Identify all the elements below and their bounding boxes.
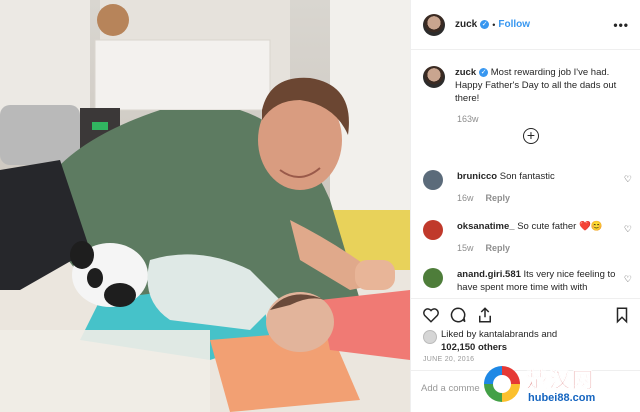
verified-badge-icon: ✓	[480, 20, 490, 29]
caption-username[interactable]: zuck	[455, 67, 476, 78]
comment-meta: 15w Reply	[457, 243, 510, 253]
post-header: zuck ✓ • Follow •••	[411, 0, 640, 50]
caption-avatar[interactable]	[423, 66, 445, 88]
comment-item: anand.giri.581 Its very nice feeling to …	[423, 268, 633, 294]
reply-button[interactable]: Reply	[486, 243, 511, 253]
post-side-panel: zuck ✓ • Follow ••• zuck ✓ Most rewarding…	[410, 0, 640, 412]
action-bar	[411, 298, 640, 332]
caption-time: 163w	[457, 114, 479, 124]
comment-username[interactable]: brunicco	[457, 171, 497, 182]
comment-body: So cute father ❤️😊	[517, 221, 603, 232]
post-caption: zuck ✓ Most rewarding job I've had. Happy…	[423, 66, 633, 105]
comment-like-heart-icon[interactable]: ♡	[624, 224, 632, 235]
comment-avatar[interactable]	[423, 170, 443, 190]
separator-dot: •	[492, 19, 496, 30]
comment-avatar[interactable]	[423, 220, 443, 240]
comment-item: oksanatime_ So cute father ❤️😊	[423, 220, 633, 240]
watermark-logo-icon	[484, 366, 520, 402]
more-options-icon[interactable]: •••	[613, 18, 629, 32]
likes-summary[interactable]: Liked by kantalabrands and 102,150 other…	[441, 328, 557, 354]
bookmark-icon[interactable]	[613, 306, 631, 324]
comment-time: 16w	[457, 193, 474, 203]
caption-text: zuck ✓ Most rewarding job I've had. Happy…	[455, 66, 630, 105]
comment-item: brunicco Son fantastic	[423, 170, 633, 190]
comment-text: brunicco Son fantastic	[457, 170, 622, 190]
load-more-icon[interactable]: +	[523, 128, 539, 144]
post-date: JUNE 20, 2016	[423, 356, 475, 363]
watermark-url: hubei88.com	[528, 392, 596, 404]
liker-avatar[interactable]	[423, 330, 437, 344]
reply-button[interactable]: Reply	[486, 193, 511, 203]
comment-username[interactable]: anand.giri.581	[457, 269, 521, 280]
comment-text: anand.giri.581 Its very nice feeling to …	[457, 268, 622, 294]
author-avatar[interactable]	[423, 13, 445, 36]
likes-line-1: Liked by kantalabrands and	[441, 329, 558, 340]
comment-meta: 16w Reply	[457, 193, 510, 203]
comment-like-heart-icon[interactable]: ♡	[624, 174, 632, 185]
post-photo[interactable]	[0, 0, 410, 412]
comment-text: oksanatime_ So cute father ❤️😊	[457, 220, 622, 240]
verified-badge-icon: ✓	[479, 67, 489, 77]
comment-username[interactable]: oksanatime_	[457, 221, 515, 232]
follow-button[interactable]: Follow	[498, 19, 530, 30]
heart-icon[interactable]	[422, 306, 440, 324]
site-watermark: 楚汉网 hubei88.com	[480, 362, 640, 412]
comment-like-heart-icon[interactable]: ♡	[624, 274, 632, 285]
watermark-text: 楚汉网	[526, 368, 595, 393]
photo-scene	[0, 0, 410, 412]
likes-line-2[interactable]: 102,150 others	[441, 341, 557, 354]
comment-avatar[interactable]	[423, 268, 443, 288]
comment-time: 15w	[457, 243, 474, 253]
comment-body: Son fantastic	[499, 171, 555, 182]
share-icon[interactable]	[476, 306, 494, 324]
author-username[interactable]: zuck	[455, 19, 477, 30]
comment-icon[interactable]	[449, 306, 467, 324]
